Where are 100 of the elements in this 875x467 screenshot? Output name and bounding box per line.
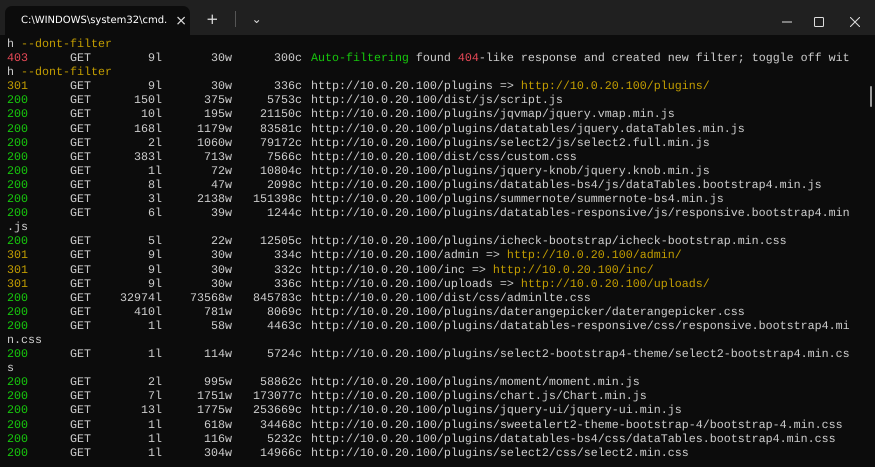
output-text: http://10.0.20.100/dist/css/adminlte.css <box>311 290 591 305</box>
status-code: 200 <box>7 375 28 390</box>
status-code: 301 <box>7 79 28 94</box>
char-count: 12505c <box>260 234 302 248</box>
char-count: 58862c <box>260 375 302 390</box>
new-tab-button[interactable]: + <box>206 12 219 26</box>
char-count: 21150c <box>260 107 302 122</box>
method-text: GET <box>70 107 91 122</box>
word-count: 1775w <box>197 403 232 418</box>
output-text: http://10.0.20.100/plugins/datatables/jquery.dataTables.min.js <box>311 122 745 136</box>
status-code: 200 <box>7 178 28 192</box>
word-count: 30w <box>211 51 232 66</box>
word-count: 713w <box>204 150 232 164</box>
method-text: GET <box>70 150 91 164</box>
status-code: 200 <box>7 122 28 136</box>
status-code: 200 <box>7 93 28 108</box>
scrollbar[interactable] <box>870 86 872 107</box>
method-text: GET <box>70 206 91 220</box>
output-text: h --dont-filter <box>7 65 112 80</box>
method-text: GET <box>70 122 91 136</box>
output-text: s <box>7 361 14 376</box>
method-text: GET <box>70 375 91 390</box>
output-text: .js <box>7 220 28 234</box>
method-text: GET <box>70 262 91 277</box>
method-text: GET <box>70 318 91 333</box>
word-count: 375w <box>204 93 232 108</box>
close-tab-button[interactable]: × <box>175 14 187 28</box>
word-count: 2138w <box>197 192 232 206</box>
char-count: 8069c <box>267 304 302 319</box>
tab[interactable]: C:\WINDOWS\system32\cmd. × <box>5 6 190 35</box>
output-text: http://10.0.20.100/plugins/icheck-bootstrap/icheck-bootstrap.min.css <box>311 234 787 248</box>
status-code: 200 <box>7 136 28 150</box>
line-count: 2l <box>148 375 162 390</box>
char-count: 1244c <box>267 206 302 220</box>
line-count: 8l <box>148 178 162 192</box>
char-count: 253669c <box>253 403 302 418</box>
method-text: GET <box>70 403 91 418</box>
char-count: 34468c <box>260 418 302 432</box>
word-count: 114w <box>204 347 232 362</box>
output-text: http://10.0.20.100/plugins/summernote/summernote-bs4.min.js <box>311 192 724 206</box>
char-count: 4463c <box>267 318 302 333</box>
status-code: 301 <box>7 248 28 262</box>
word-count: 781w <box>204 304 232 319</box>
status-code: 200 <box>7 304 28 319</box>
status-code: 200 <box>7 318 28 333</box>
method-text: GET <box>70 276 91 291</box>
word-count: 1060w <box>197 136 232 150</box>
word-count: 47w <box>211 178 232 192</box>
status-code: 301 <box>7 262 28 276</box>
char-count: 173077c <box>253 389 302 404</box>
word-count: 39w <box>211 206 232 220</box>
method-text: GET <box>70 304 91 319</box>
char-count: 332c <box>274 262 302 276</box>
char-count: 5753c <box>267 93 302 108</box>
output-text: http://10.0.20.100/plugins/jquery-knob/jquery.knob.min.js <box>311 164 710 178</box>
char-count: 845783c <box>253 290 302 305</box>
status-code: 200 <box>7 347 28 362</box>
method-text: GET <box>70 347 91 362</box>
line-count: 10l <box>141 107 162 122</box>
line-count: 6l <box>148 206 162 220</box>
line-count: 383l <box>134 150 162 164</box>
line-count: 1l <box>148 318 162 333</box>
status-code: 403 <box>7 51 28 66</box>
line-count: 2l <box>148 136 162 150</box>
word-count: 58w <box>211 318 232 333</box>
output-text: http://10.0.20.100/inc => http://10.0.20.100/inc/ <box>311 262 654 277</box>
line-count: 168l <box>134 122 162 136</box>
line-count: 3l <box>148 192 162 206</box>
char-count: 336c <box>274 79 302 94</box>
output-text: http://10.0.20.100/plugins/daterangepicker/daterangepicker.css <box>311 304 745 319</box>
line-count: 9l <box>148 262 162 276</box>
word-count: 30w <box>211 248 232 262</box>
output-text: Auto-filtering found 404-like response and created new filter; toggle off wit <box>311 51 850 66</box>
method-text: GET <box>70 79 91 94</box>
char-count: 79172c <box>260 136 302 150</box>
char-count: 2098c <box>267 178 302 192</box>
status-code: 200 <box>7 389 28 404</box>
status-code: 200 <box>7 403 28 418</box>
char-count: 336c <box>274 276 302 291</box>
output-text: http://10.0.20.100/uploads => http://10.0.20.100/uploads/ <box>311 276 710 291</box>
word-count: 304w <box>204 446 232 460</box>
output-text: http://10.0.20.100/plugins/datatables-responsive/js/responsive.bootstrap4.min <box>311 206 850 220</box>
method-text: GET <box>70 446 91 460</box>
status-code: 200 <box>7 150 28 164</box>
status-code: 301 <box>7 276 28 291</box>
line-count: 410l <box>134 304 162 319</box>
method-text: GET <box>70 164 91 178</box>
word-count: 618w <box>204 418 232 432</box>
char-count: 5232c <box>267 432 302 446</box>
status-code: 200 <box>7 164 28 178</box>
dropdown-button[interactable]: ⌄ <box>252 13 262 25</box>
line-count: 1l <box>148 347 162 362</box>
method-text: GET <box>70 178 91 192</box>
line-count: 9l <box>148 276 162 291</box>
char-count: 5724c <box>267 347 302 362</box>
output-text: http://10.0.20.100/plugins/select2/css/select2.min.css <box>311 446 689 460</box>
output-text: http://10.0.20.100/plugins/jqvmap/jquery.vmap.min.js <box>311 107 675 122</box>
word-count: 72w <box>211 164 232 178</box>
output-text: http://10.0.20.100/plugins/moment/moment.min.js <box>311 375 640 390</box>
method-text: GET <box>70 389 91 404</box>
